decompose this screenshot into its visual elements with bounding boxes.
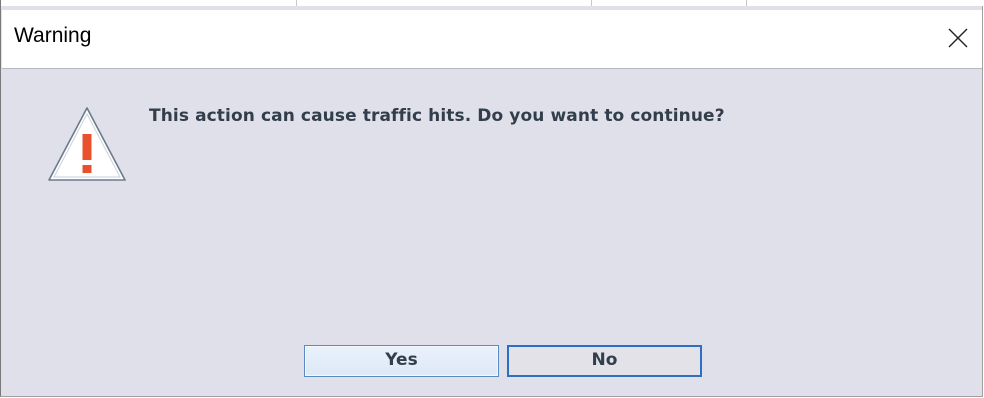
close-button[interactable] bbox=[938, 20, 978, 56]
window-top-edge bbox=[1, 0, 984, 6]
window-title: Warning bbox=[14, 24, 92, 47]
no-button[interactable]: No bbox=[507, 345, 702, 377]
dialog-message: This action can cause traffic hits. Do y… bbox=[149, 106, 725, 126]
yes-button[interactable]: Yes bbox=[304, 345, 499, 377]
warning-triangle-icon bbox=[48, 107, 126, 181]
dialog-content: This action can cause traffic hits. Do y… bbox=[2, 69, 982, 396]
warning-dialog: Warning This action can cause traffic hi… bbox=[0, 0, 984, 397]
close-icon bbox=[948, 28, 968, 48]
title-bar[interactable]: Warning bbox=[2, 10, 982, 68]
